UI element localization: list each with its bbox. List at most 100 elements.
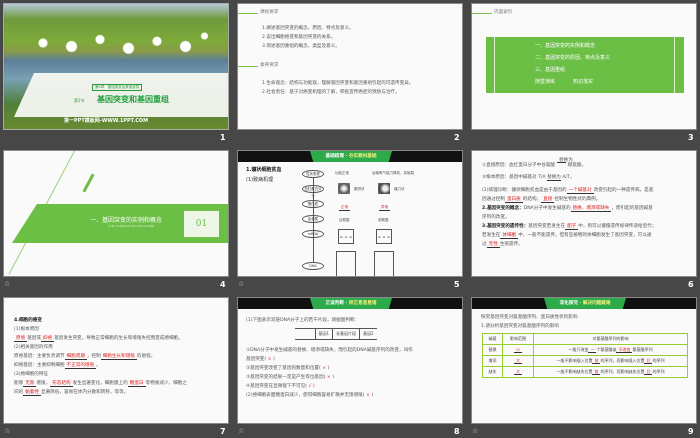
normal-shape: 圆饼状 (354, 187, 365, 191)
slide-thumbnail-1[interactable]: 第5章 基因突变及其他变异 第1节 基因突变和基因重组 第一PPT模板网-WWW… (3, 3, 229, 130)
table-row: 增添大一般不影响插入位置前的序列，而影响插入位置后的序列 (481, 355, 689, 367)
index-item-practice[interactable]: 随堂演练 (535, 79, 555, 86)
judgement-item: (2)癌细胞表面糖蛋白减少，使得细胞容易扩散并无限增殖( × ) (246, 393, 374, 398)
text-line: 过无性 生殖遗传。 (482, 242, 523, 248)
text-line: 原癌 基因或 抑癌 基因发生突变，导致正常细胞的生长和增殖失控而变成癌细胞。 (14, 336, 183, 342)
slide-thumbnail-6[interactable]: ①直接原因：血红蛋白分子中谷氨酸 替换为 缬氨酸。 ②根本原因：基因中碱基对 T/… (471, 150, 697, 277)
text-line: 原癌基因：主要负责调节 细胞周期 ，控制 细胞生长和增殖 的进程。 (14, 354, 156, 360)
header-cell: 碱基 (481, 333, 504, 345)
slide-thumbnail-7[interactable]: 4.细胞的癌变 (1)根本原因 原癌 基因或 抑癌 基因发生突变，导致正常细胞的生长和… (3, 297, 229, 424)
topic-heading: 4.细胞的癌变 (14, 318, 42, 323)
segment-cell: 基因2 (359, 328, 377, 340)
slide-title: 基因突变和基因重组 (97, 95, 169, 104)
question: (1)下图表示双链DNA分子上的若干片段，请据图判断： (246, 318, 360, 323)
table-row: 缺失大一般不影响缺失位置前的序列，而影响缺失位置后的序列 (481, 366, 689, 378)
slide-thumbnail-8[interactable]: 正误判断 · 矫正易混易错 (1)下图表示双链DNA分子上的若干片段，请据图判断… (237, 297, 463, 424)
animation-icon[interactable]: ☆ (238, 280, 244, 288)
section-title: 一、基因突变的实例和概念 (90, 217, 163, 224)
slide-thumbnail-3[interactable]: 内容索引 一、基因突变的实例和概念 二、基因突变的原因、特点及意义 三、基因重组… (471, 3, 697, 130)
banner-sublabel: 解决问题疑难 (582, 301, 611, 306)
intro-text: 探究基因突变对氨基酸序列、蛋白质性状的影响 (481, 315, 578, 320)
abnormal-function: 运输氧气能力降低，易破裂 (372, 171, 414, 175)
slide-number: 2 (454, 133, 460, 142)
base: G (340, 234, 343, 239)
banner-label: 深化探究 · (559, 301, 583, 306)
animation-icon[interactable]: ☆ (472, 427, 478, 435)
goal-item: 2.说出细胞癌变和基因突变的关系。 (262, 35, 336, 40)
dna-normal (336, 251, 356, 276)
heading-goals: 课标要求 (260, 10, 279, 15)
section-subtitle: JI YIN TU BIAN DE SHI LI HE GAI NIAN (108, 225, 155, 228)
subheading: (1)根本原因 (14, 327, 39, 332)
heading-index: 内容索引 (494, 10, 513, 15)
chain-node: DNA (302, 262, 324, 270)
text-line: 若发生在 体细胞 中，一般不能遗传。但有些植物的体细胞发生了基因突变，可以通 (482, 233, 652, 239)
mrna-codon-abnormal: GUG (376, 229, 392, 244)
section-index-box: 01 (184, 211, 219, 237)
chain-node: 性状表现 (302, 170, 324, 178)
literacy-item: 2.社会责任：基于对癌变机理的了解，积极宣传癌症的预防与治疗。 (262, 90, 400, 95)
footer-text: 第一PPT模板网-WWW.1PPT.COM (64, 118, 149, 124)
animation-icon[interactable]: ☆ (4, 427, 10, 435)
birds (24, 29, 214, 64)
judgement-item: 基因突变( × ) (246, 357, 275, 362)
slide-thumbnail-9[interactable]: 深化探究 · 解决问题疑难 探究基因突变对氨基酸序列、蛋白质性状的影响 1.请分… (471, 297, 697, 424)
answer-mark: × (322, 366, 327, 371)
slide-thumbnail-5[interactable]: 基础梳理 · 夯实教材基础 1.镰状细胞贫血 (1)致病机理 性状表现 血红蛋白… (237, 150, 463, 277)
text-line: 间的 黏着性 显著降低，容易在体内分散和转移，等等。 (14, 390, 129, 396)
topic-sub: (1)致病机理 (246, 177, 274, 183)
slide-number: 1 (220, 133, 226, 142)
index-item-2[interactable]: 二、基因突变的原因、特点及意义 (535, 55, 610, 62)
header-cell: 影响范围 (502, 333, 534, 345)
section-banner: 正误判断 · 矫正易混易错 (238, 298, 462, 309)
abnormal-label: 异常 (379, 205, 391, 211)
chain-arrow-line (313, 178, 314, 262)
animation-icon[interactable]: ☆ (4, 280, 10, 288)
mrna-codon-normal: GAG (338, 229, 354, 244)
index-item-1[interactable]: 一、基因突变的实例和概念 (535, 43, 595, 50)
slide-number: 3 (688, 133, 694, 142)
abnormal-amino-acid: 缬氨酸 (378, 218, 389, 222)
header-cell: 对氨基酸序列的影响 (532, 333, 689, 345)
text-line: 因通过控制 蛋白质 的结构， 直接 控制生物性状的典例。 (482, 197, 601, 203)
segment-cell: 基因1 (314, 328, 334, 340)
judgement-item: ③基因突变的结果一定是产生等位基因( × ) (246, 375, 335, 380)
answer-mark: × (366, 393, 370, 398)
base: G (387, 234, 390, 239)
text-line: 能够 无限 增殖， 形态结构 发生显著变化，细胞膜上的 糖蛋白 等物质减少，细胞之 (14, 381, 187, 387)
topic-heading: 1.镰状细胞贫血 (246, 167, 282, 173)
accent-bar (82, 173, 95, 193)
index-item-practice-b[interactable]: 知识落实 (573, 79, 593, 86)
normal-amino-acid: 谷氨酸 (339, 218, 350, 222)
banner-sublabel: 矫正易混易错 (348, 301, 377, 306)
mutation-effect-table: 碱基 影响范围 对氨基酸序列的影响 替换小一般只改变一个氨基酸或 不改变 氨基酸序列 增… (481, 333, 689, 378)
section-banner: 基础梳理 · 夯实教材基础 (238, 151, 462, 162)
slide-number: 6 (688, 280, 694, 289)
banner-label: 正误判断 · (325, 301, 349, 306)
abnormal-shape: 镰刀状 (394, 187, 405, 191)
chapter-label: 第5章 基因突变及其他变异 (92, 84, 143, 91)
section-label: 第1节 (74, 98, 85, 103)
text-line: 2.基因突变的概念：DNA分子中发生碱基的 替换、增添或缺失 ，而引起的基因碱基 (482, 206, 653, 212)
base: U (382, 234, 386, 239)
base: G (349, 234, 352, 239)
base: A (344, 234, 348, 239)
slide-thumbnail-2[interactable]: 课标要求 1.阐述基因突变的概念、原因、特点及意义。 2.说出细胞癌变和基因突变… (237, 3, 463, 130)
goal-item: 1.阐述基因突变的概念、原因、特点及意义。 (262, 26, 354, 31)
heading-line (238, 66, 258, 67)
judgement-item: ②基因突变改变了基因的数量和位置( × ) (246, 366, 330, 371)
index-item-3[interactable]: 三、基因重组 (535, 67, 565, 74)
slide-number: 4 (220, 280, 226, 289)
goal-item: 3.简述基因重组的概念、类型及意义。 (262, 44, 340, 49)
animation-icon[interactable]: ☆ (238, 427, 244, 435)
answer-mark: √ (308, 384, 312, 389)
heading-literacy: 素养要求 (260, 63, 279, 68)
table-row: 替换小一般只改变一个氨基酸或 不改变 氨基酸序列 (481, 344, 689, 356)
subheading: (3)癌细胞的特征 (14, 372, 49, 377)
judgement-item: ①DNA分子中发生碱基的替换、增添或缺失，而引起的DNA碱基序列的改变，叫作 (246, 348, 413, 353)
slide-thumbnail-4[interactable]: 一、基因突变的实例和概念 JI YIN TU BIAN DE SHI LI HE… (3, 150, 229, 277)
base: G (378, 234, 381, 239)
text-line: ①直接原因：血红蛋白分子中谷氨酸 替换为 缬氨酸。 (482, 158, 587, 168)
slide-number: 5 (454, 280, 460, 289)
segment-cell: 非基因片段 (332, 328, 361, 340)
